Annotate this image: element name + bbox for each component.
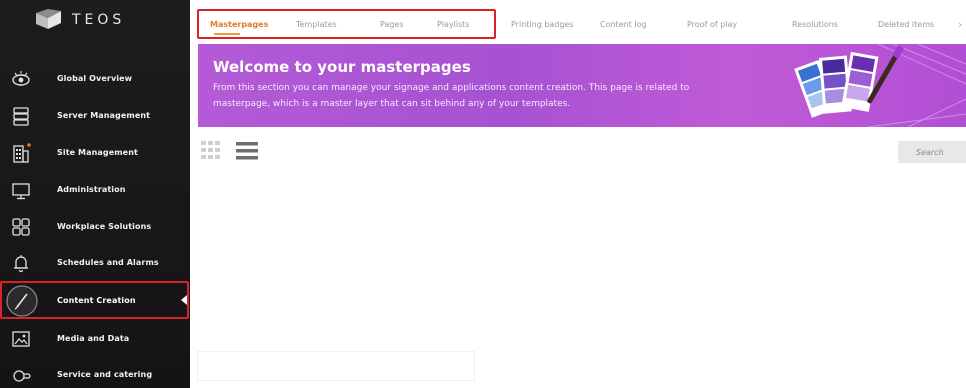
sidebar-item-label: Service and catering	[57, 370, 153, 379]
tab-resolutions[interactable]: Resolutions	[792, 20, 838, 29]
banner-text: From this section you can manage your si…	[213, 83, 690, 109]
sidebar-item-label: Administration	[57, 185, 126, 194]
sidebar-item-label: Media and Data	[57, 334, 130, 343]
brand-logo[interactable]: TEOS	[34, 8, 125, 32]
sidebar: TEOS Global Overview Server Management S…	[0, 0, 190, 388]
teos-logo-icon	[36, 9, 61, 29]
list-view-icon[interactable]	[236, 141, 258, 160]
banner-title: Welcome to your masterpages	[213, 58, 471, 76]
image-icon	[12, 330, 30, 347]
content-footer-strip	[198, 352, 474, 380]
tab-proof-of-play[interactable]: Proof of play	[687, 20, 737, 29]
sidebar-item-label: Schedules and Alarms	[57, 258, 159, 267]
eye-icon	[12, 70, 30, 86]
grid-squares-icon	[12, 217, 30, 236]
sidebar-item-label: Server Management	[57, 111, 151, 120]
sidebar-item-media-and-data[interactable]: Media and Data	[0, 320, 190, 357]
sidebar-item-site-management[interactable]: Site Management	[0, 134, 190, 171]
chevron-right-icon[interactable]: ›	[958, 18, 962, 31]
server-icon	[13, 106, 29, 126]
search-input[interactable]	[898, 141, 966, 163]
bell-icon	[14, 254, 28, 272]
sidebar-item-global-overview[interactable]: Global Overview	[0, 60, 190, 97]
sidebar-item-label: Site Management	[57, 148, 138, 157]
sidebar-item-schedules-and-alarms[interactable]: Schedules and Alarms	[0, 244, 190, 281]
service-icon	[13, 369, 31, 382]
building-icon	[13, 142, 31, 163]
tab-content-log[interactable]: Content log	[600, 20, 647, 29]
brand-name: TEOS	[72, 12, 126, 28]
color-swatches-illustration-icon	[794, 44, 966, 127]
monitor-icon	[12, 182, 30, 199]
sidebar-item-label: Global Overview	[57, 74, 133, 83]
active-caret-icon	[181, 295, 187, 305]
sidebar-item-server-management[interactable]: Server Management	[0, 97, 190, 134]
welcome-banner: Welcome to your masterpages From this se…	[198, 44, 966, 127]
sidebar-item-service-and-catering[interactable]: Service and catering	[0, 356, 190, 388]
tab-deleted-items[interactable]: Deleted items	[878, 20, 934, 29]
sidebar-item-administration[interactable]: Administration	[0, 171, 190, 208]
active-item-highlight	[0, 281, 189, 319]
sidebar-item-label: Workplace Solutions	[57, 222, 152, 231]
tabs-highlight	[197, 9, 496, 39]
sidebar-item-workplace-solutions[interactable]: Workplace Solutions	[0, 208, 190, 245]
grid-view-icon[interactable]	[201, 141, 221, 159]
tab-printing-badges[interactable]: Printing badges	[511, 20, 574, 29]
